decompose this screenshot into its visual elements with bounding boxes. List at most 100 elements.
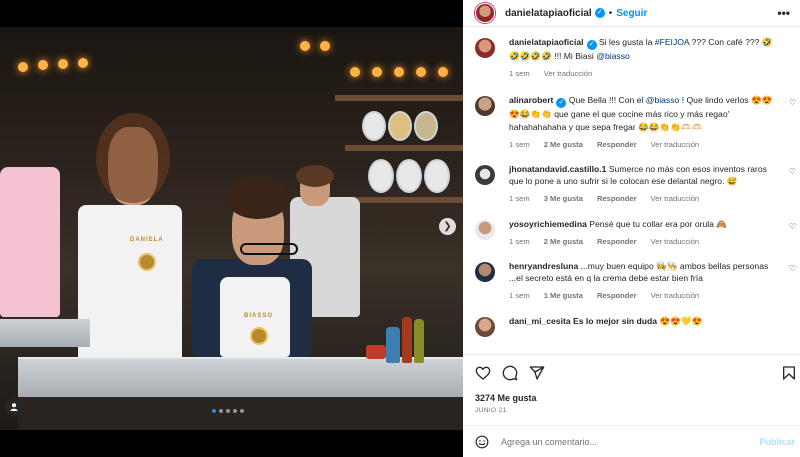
author-username[interactable]: danielatapiaoficial: [505, 8, 592, 19]
commenter-avatar[interactable]: [475, 96, 495, 117]
post-header: danielatapiaoficial ✓ • Seguir •••: [463, 0, 800, 27]
caption-hashtag[interactable]: #FEIJOA: [655, 37, 689, 47]
emoji-icon[interactable]: [475, 435, 489, 449]
author-avatar[interactable]: [475, 3, 495, 23]
reply-button[interactable]: Responder: [597, 139, 637, 151]
translate-button[interactable]: Ver traducción: [651, 139, 700, 151]
bowl: [366, 345, 386, 359]
comment-likes[interactable]: 1 Me gusta: [544, 290, 583, 302]
comment-item: dani_mi_cesita Es lo mejor sin duda 😍😍💛😍: [463, 315, 800, 337]
post-photo[interactable]: DANIELA BIASSO: [0, 27, 463, 430]
comments-list[interactable]: danielatapiaoficial ✓ Si les gusta la #FE…: [463, 36, 800, 354]
translate-button[interactable]: Ver traducción: [651, 236, 700, 248]
likes-count[interactable]: 3274 Me gusta: [475, 393, 537, 403]
translate-button[interactable]: Ver traducción: [651, 193, 700, 205]
comment-input[interactable]: [501, 436, 741, 447]
comment-icon[interactable]: [502, 365, 518, 381]
comment-time[interactable]: 1 sem: [509, 290, 530, 302]
comment-text-part: Pensé que tu collar era por orula 🙈: [589, 218, 728, 229]
front-counter: [18, 357, 463, 397]
kitchen-light: [58, 59, 68, 69]
apron-name-left: DANIELA: [130, 237, 164, 243]
background-person-hair: [296, 165, 334, 187]
kitchen-light: [18, 62, 28, 72]
comment-item: jhonatandavid.castillo.1 Sumerce no más …: [463, 163, 800, 206]
kitchen-light: [416, 67, 426, 77]
commenter-avatar[interactable]: [475, 165, 495, 186]
comment-username[interactable]: yosoyrichiemedina: [509, 219, 587, 229]
heart-icon[interactable]: ♡: [789, 264, 796, 273]
comment-username[interactable]: jhonatandavid.castillo.1: [509, 164, 606, 174]
caption-time[interactable]: 1 sem: [509, 68, 530, 80]
comment-likes[interactable]: 3 Me gusta: [544, 193, 583, 205]
post-date[interactable]: JUNIO 21: [475, 407, 507, 414]
comment-username[interactable]: alinarobert: [509, 95, 553, 105]
next-photo-button[interactable]: ❯: [439, 218, 456, 235]
caption-text-part: 🤣🤣🤣🤣 !!! Mi Biasi: [509, 51, 597, 61]
comment-mention[interactable]: @biasso: [646, 95, 680, 105]
commenter-avatar[interactable]: [475, 316, 495, 337]
comment-time[interactable]: 1 sem: [509, 236, 530, 248]
more-options-button[interactable]: •••: [777, 6, 790, 20]
caption-mention[interactable]: @biasso: [596, 51, 630, 61]
follow-button[interactable]: Seguir: [616, 8, 647, 19]
heart-icon[interactable]: [475, 365, 491, 381]
plate: [414, 111, 438, 141]
user-tag-icon: [10, 403, 18, 411]
separator-dot: •: [608, 7, 613, 19]
shelf: [335, 95, 463, 101]
reply-button[interactable]: Responder: [597, 290, 637, 302]
masterchef-logo: [250, 327, 268, 345]
caption-text-part: Si les gusta la: [598, 37, 655, 47]
verified-icon: ✓: [556, 98, 567, 109]
comment-text-part: Que Bella !!! Con el: [568, 95, 646, 106]
share-icon[interactable]: [529, 365, 545, 381]
carousel-indicator: [212, 409, 244, 413]
bottle: [414, 319, 424, 363]
chevron-right-icon: ❯: [443, 221, 452, 232]
reply-button[interactable]: Responder: [597, 193, 637, 205]
translate-button[interactable]: Ver traducción: [651, 290, 700, 302]
caption-translate[interactable]: Ver traducción: [544, 68, 593, 80]
commenter-avatar[interactable]: [475, 262, 495, 283]
heart-icon[interactable]: ♡: [789, 222, 796, 231]
plate: [388, 111, 412, 141]
post-panel: danielatapiaoficial ✓ • Seguir ••• danie…: [463, 0, 800, 457]
commenter-avatar[interactable]: [475, 219, 495, 240]
comment-username[interactable]: dani_mi_cesita: [509, 316, 571, 326]
comment-time[interactable]: 1 sem: [509, 139, 530, 151]
apron-daniela: [78, 205, 182, 365]
caption-text: danielatapiaoficial ✓ Si les gusta la #FE…: [509, 36, 782, 62]
bookmark-icon[interactable]: [781, 365, 797, 381]
publish-button[interactable]: Publicar: [759, 437, 795, 447]
comment-text: yosoyrichiemedina Pensé que tu collar er…: [509, 218, 782, 230]
reply-button[interactable]: Responder: [597, 236, 637, 248]
bottle: [386, 327, 400, 363]
author-avatar[interactable]: [475, 38, 495, 58]
comment-time[interactable]: 1 sem: [509, 193, 530, 205]
glasses: [240, 243, 298, 255]
kitchen-light: [394, 67, 404, 77]
comment-text: jhonatandavid.castillo.1 Sumerce no más …: [509, 163, 782, 187]
comment-username[interactable]: henryandresluna: [509, 261, 578, 271]
shelf: [345, 197, 463, 203]
kitchen-light: [300, 41, 310, 51]
comment-likes[interactable]: 2 Me gusta: [544, 139, 583, 151]
verified-icon: ✓: [586, 40, 597, 50]
caption-username[interactable]: danielatapiaoficial: [509, 37, 584, 47]
counter-base: [18, 397, 463, 430]
comment-item: yosoyrichiemedina Pensé que tu collar er…: [463, 218, 800, 248]
comment-likes[interactable]: 2 Me gusta: [544, 236, 583, 248]
comment-text: alinarobert ✓ Que Bella !!! Con el @biass…: [509, 94, 782, 132]
heart-icon[interactable]: ♡: [789, 167, 796, 176]
carousel-dot: [212, 409, 216, 413]
bottle: [402, 317, 412, 363]
kitchen-light: [78, 58, 88, 68]
kitchen-light: [438, 67, 448, 77]
user-tag-button[interactable]: [5, 398, 23, 416]
heart-icon[interactable]: ♡: [789, 98, 796, 107]
kitchen-light: [350, 67, 360, 77]
carousel-dot: [226, 409, 230, 413]
comment-item: henryandresluna ...muy buen equipo 👩‍🍳👨‍…: [463, 260, 800, 303]
carousel-dot: [240, 409, 244, 413]
